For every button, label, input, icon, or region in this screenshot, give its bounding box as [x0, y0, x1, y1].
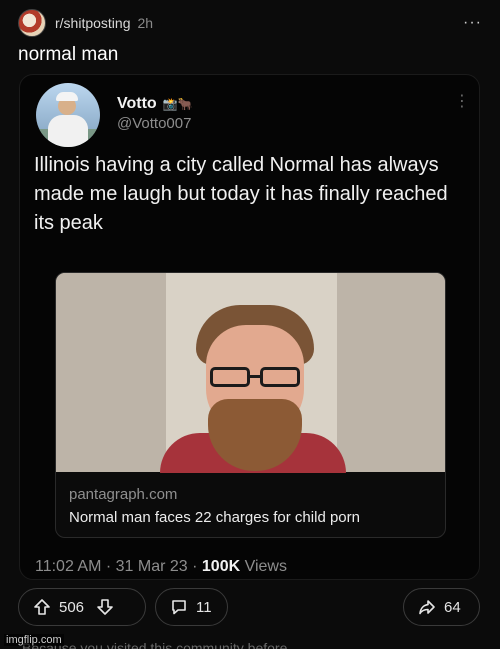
upvote-count: 506 — [59, 598, 85, 616]
post-actions: 506 11 64 — [18, 588, 482, 626]
subreddit-avatar[interactable] — [18, 9, 46, 37]
post-time: 2h — [137, 15, 154, 31]
tweet-author-display-name: Votto — [117, 95, 157, 112]
tweet-author-name: Votto 📸🐂 — [117, 95, 193, 113]
link-preview-card: pantagraph.com Normal man faces 22 charg… — [55, 272, 446, 538]
comments-button[interactable]: 11 — [155, 588, 228, 626]
tweet-timestamp: 11:02 AM · 31 Mar 23 · — [35, 558, 202, 575]
tweet-author-avatar — [36, 83, 100, 147]
share-count: 64 — [444, 598, 461, 616]
tweet-more-icon: ⋮ — [454, 93, 470, 110]
post-title[interactable]: normal man — [18, 44, 118, 66]
mugshot-image — [56, 273, 445, 473]
share-arrow-icon — [418, 598, 436, 616]
share-button[interactable]: 64 — [403, 588, 480, 626]
tweet-views-label: Views — [240, 558, 287, 575]
imgflip-watermark: imgflip.com — [4, 634, 64, 646]
link-headline: Normal man faces 22 charges for child po… — [69, 509, 360, 526]
tweet-meta: 11:02 AM · 31 Mar 23 · 100K Views — [35, 558, 287, 576]
post-header: r/shitposting 2h ··· — [18, 8, 482, 38]
tweet-views-count: 100K — [201, 558, 241, 575]
vote-pill: 506 — [18, 588, 146, 626]
subreddit-name[interactable]: r/shitposting — [55, 15, 130, 31]
name-emoji: 📸🐂 — [162, 97, 193, 111]
tweet-text: Illinois having a city called Normal has… — [34, 154, 448, 234]
comment-count: 11 — [196, 598, 212, 616]
link-domain: pantagraph.com — [69, 486, 178, 503]
upvote-arrow-icon[interactable] — [33, 598, 51, 616]
tweet-screenshot[interactable]: Votto 📸🐂 @Votto007 ⋮ Illinois having a c… — [19, 74, 480, 580]
more-options-icon[interactable]: ··· — [463, 14, 482, 32]
comment-bubble-icon — [170, 598, 188, 616]
downvote-arrow-icon[interactable] — [96, 598, 114, 616]
tweet-author-handle: @Votto007 — [117, 115, 192, 132]
